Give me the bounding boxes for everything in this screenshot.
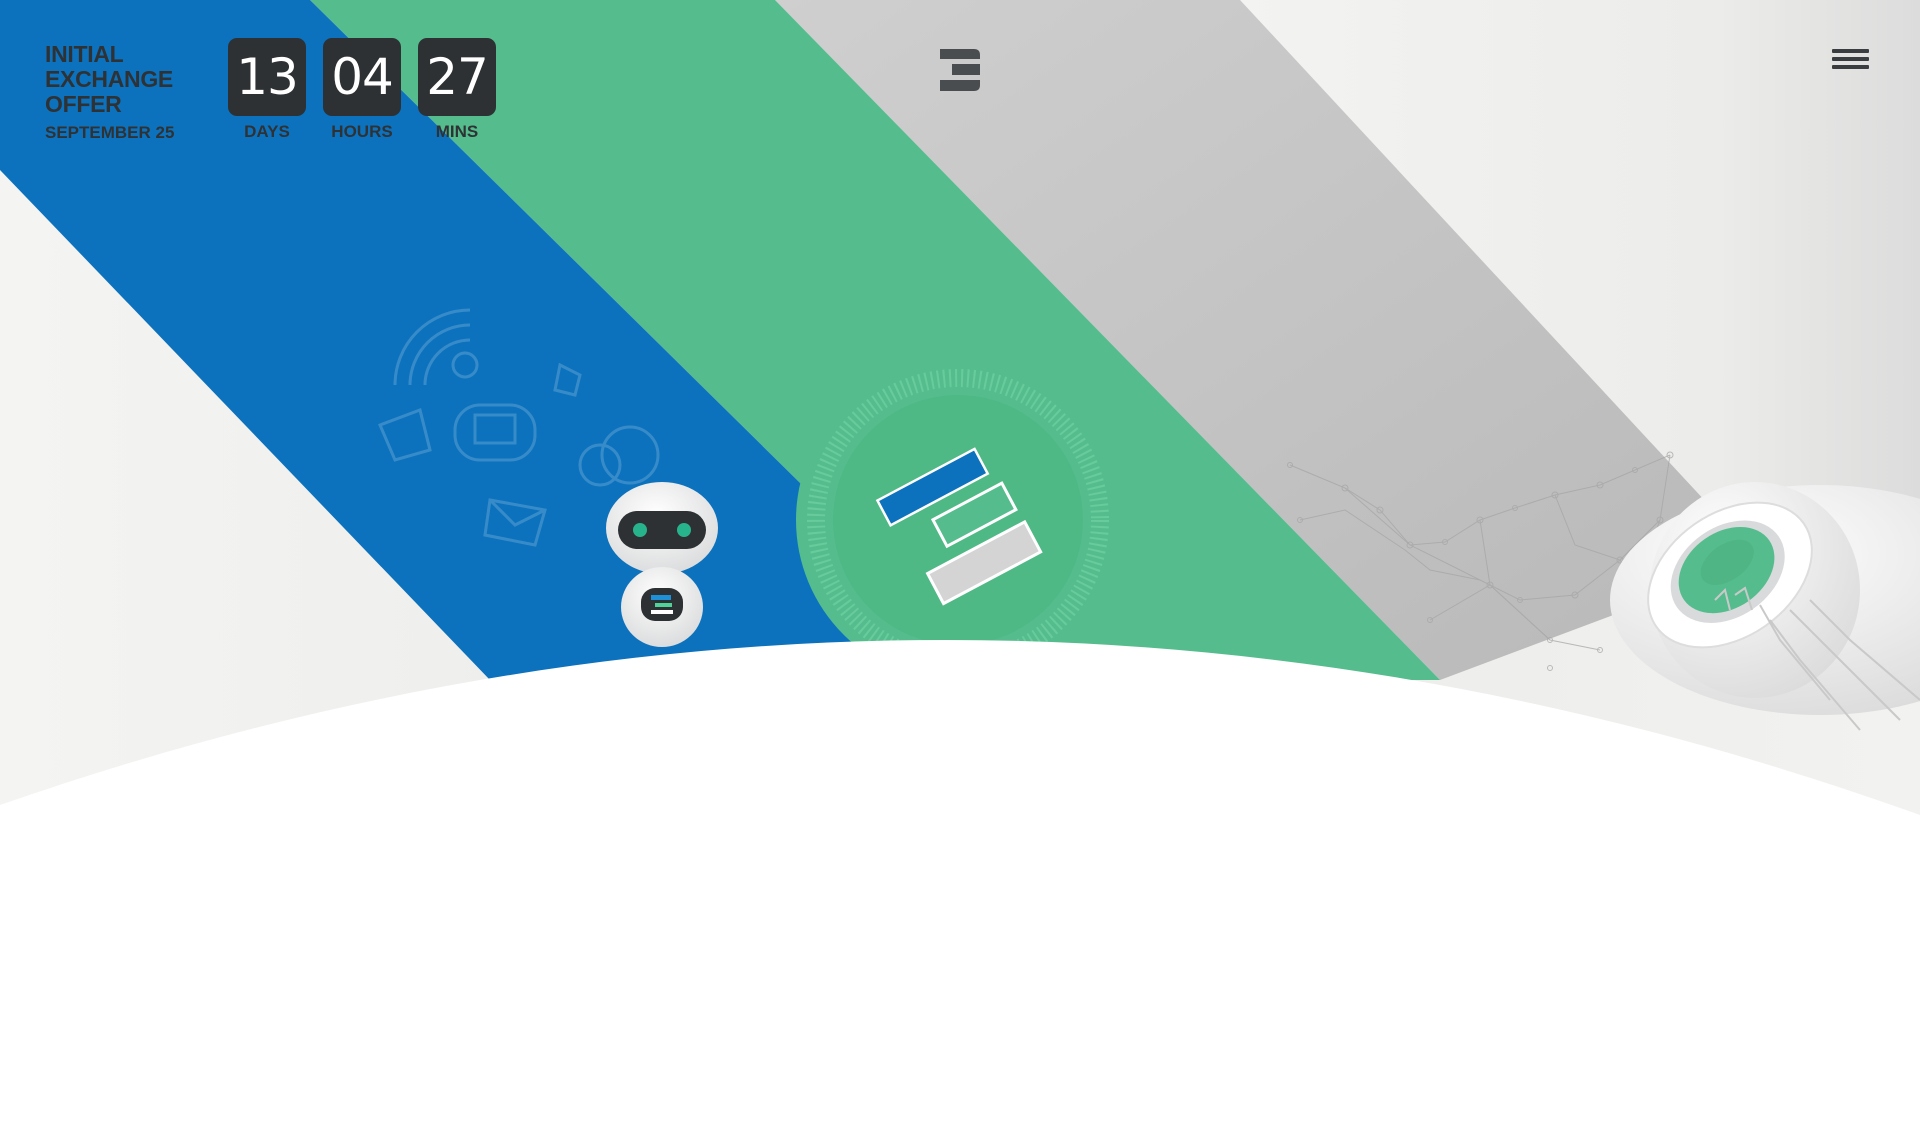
brand-badge [796,358,1120,682]
menu-line [1832,65,1869,69]
countdown-hours-label: HOURS [331,122,393,141]
countdown-days-label: DAYS [244,122,290,141]
countdown-mins: 27 MINS [418,38,496,142]
countdown-days-value: 13 [228,38,306,116]
offer-date: SEPTEMBER 25 [45,123,175,142]
hero-stage: INITIAL EXCHANGE OFFER SEPTEMBER 25 13 D… [0,0,1920,1128]
countdown-mins-value: 27 [418,38,496,116]
countdown-days: 13 DAYS [228,38,306,142]
brand-logo-icon[interactable] [938,47,982,93]
countdown-hours-value: 04 [323,38,401,116]
hamburger-menu-icon[interactable] [1832,49,1872,77]
countdown-mins-label: MINS [435,122,479,141]
countdown-hours: 04 HOURS [323,38,401,142]
hero-background [0,0,1920,1128]
menu-line [1832,57,1869,61]
offer-title: INITIAL EXCHANGE OFFER [45,41,173,117]
countdown-timer: 13 DAYS 04 HOURS 27 MINS [228,38,496,142]
offer-info: INITIAL EXCHANGE OFFER SEPTEMBER 25 [45,42,205,143]
menu-line [1832,49,1869,53]
